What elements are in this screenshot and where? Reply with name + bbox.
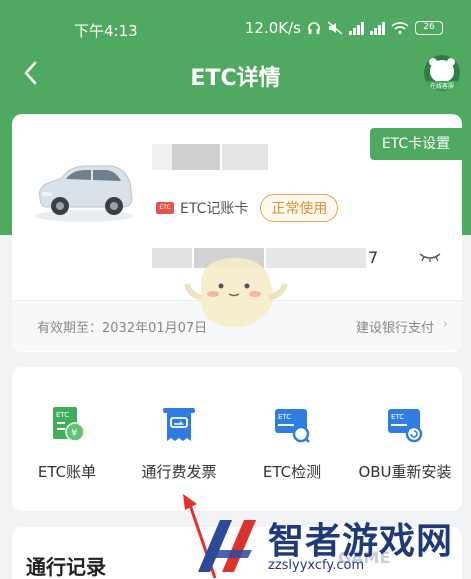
etc-settings-button[interactable]: ETC卡设置: [370, 128, 462, 160]
eye-closed-icon[interactable]: [419, 251, 441, 263]
card-type-row: ETC ETC记账卡 正常使用: [156, 194, 339, 222]
watermark: 智者游戏网 GAME zzslyyxcfy.com: [188, 510, 471, 579]
plate-number-redacted: [172, 144, 220, 170]
svg-text:ETC: ETC: [56, 411, 69, 419]
status-time: 下午4:13: [74, 22, 138, 40]
watermark-logo-icon: [198, 520, 256, 572]
action-label: OBU重新安装: [358, 463, 452, 481]
watermark-url: zzslyyxcfy.com: [268, 558, 365, 573]
valid-until-text: 有效期至：2032年01月07日: [37, 321, 208, 336]
customer-service-label: 在线客服: [424, 81, 460, 90]
obu-reinstall-icon: ETC: [388, 409, 423, 443]
network-speed: 12.0K/s: [244, 19, 301, 37]
battery-icon: 26: [415, 21, 443, 35]
bear-face-icon: [430, 60, 454, 82]
action-label: ETC检测: [262, 463, 322, 481]
etc-bill-icon: ETC ¥: [53, 407, 85, 442]
records-title: 通行记录: [26, 555, 106, 579]
mascot-sticker: [184, 257, 288, 328]
mute-icon: [327, 21, 343, 35]
signal-2-icon: [370, 21, 385, 35]
action-etc-check[interactable]: ETC ETC检测: [237, 405, 347, 482]
status-badge: 正常使用: [260, 194, 339, 222]
car-icon: [36, 165, 133, 222]
headphone-icon: [308, 22, 320, 34]
invoice-icon: [163, 408, 195, 441]
action-etc-bill[interactable]: ETC ¥ ETC账单: [12, 405, 122, 482]
etc-check-icon: ETC: [275, 409, 310, 443]
nav-bar: ETC详情 在线客服: [0, 52, 471, 96]
plate-number-redacted: [222, 144, 268, 170]
customer-service-button[interactable]: 在线客服: [424, 55, 460, 91]
status-bar: 下午4:13 12.0K/s 26: [0, 0, 471, 52]
signal-1-icon: [349, 21, 364, 35]
action-label: ETC账单: [37, 463, 97, 481]
card-number-tail: 7: [368, 248, 379, 267]
action-label: 通行费发票: [141, 463, 217, 481]
action-obu-reinstall[interactable]: ETC OBU重新安装: [350, 405, 460, 482]
page-title: ETC详情: [190, 66, 281, 91]
status-icons: 12.0K/s 26: [245, 19, 443, 37]
card-type-label: ETC记账卡: [180, 201, 249, 217]
svg-text:ETC: ETC: [278, 413, 291, 421]
payment-bank-text: 建设银行支付: [355, 321, 434, 336]
svg-text:¥: ¥: [71, 428, 77, 439]
action-invoice[interactable]: 通行费发票: [124, 405, 234, 482]
etc-card-icon: ETC: [156, 202, 174, 214]
chevron-right-icon: ›: [442, 317, 448, 332]
service-actions-card: ETC ¥ ETC账单 通行费发票 ETC ETC检测 ETC OBU重新安装: [12, 367, 462, 511]
wifi-icon: [391, 22, 409, 35]
svg-text:ETC: ETC: [391, 413, 404, 421]
